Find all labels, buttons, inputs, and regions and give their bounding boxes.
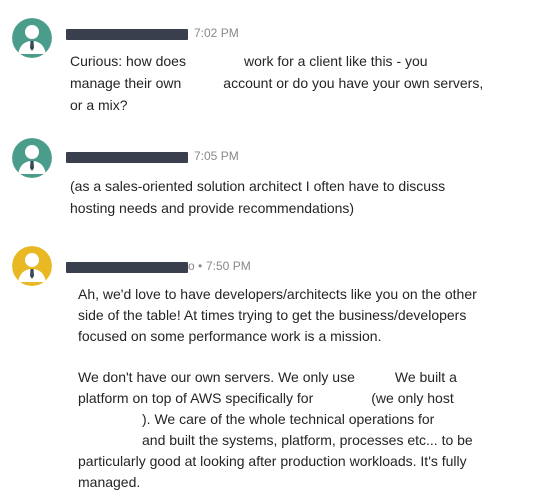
message-text-line: Ah, we'd love to have developers/archite… bbox=[78, 285, 477, 304]
message-text-line: side of the table! At times trying to ge… bbox=[78, 306, 466, 325]
message-text-line: hosting needs and provide recommendation… bbox=[70, 199, 354, 218]
redacted-sender-name bbox=[66, 29, 188, 40]
message-text: manage their own bbox=[70, 75, 182, 91]
person-icon bbox=[12, 246, 52, 286]
message-text: platform on top of AWS specifically for bbox=[78, 390, 314, 406]
message-text: particularly good at looking after produ… bbox=[78, 453, 467, 469]
person-icon bbox=[12, 18, 52, 58]
message-text: side of the table! At times trying to ge… bbox=[78, 307, 467, 323]
person-icon bbox=[12, 138, 52, 178]
message-text: ). We care of the whole technical operat… bbox=[142, 411, 435, 427]
message-text-line: managed. bbox=[78, 473, 140, 492]
message-text-line: platform on top of AWS specifically for (… bbox=[78, 389, 454, 408]
message-text: account or do you have your own servers, bbox=[223, 75, 484, 91]
message-text: managed. bbox=[78, 474, 141, 490]
message-text: We built a bbox=[394, 369, 457, 385]
message-header: 7:05 PM bbox=[66, 149, 366, 165]
message-text-line: and built the systems, platform, process… bbox=[78, 431, 473, 450]
message-text: Curious: how does bbox=[70, 53, 186, 69]
message-text-line: or a mix? bbox=[70, 96, 128, 115]
message-text-line: particularly good at looking after produ… bbox=[78, 452, 467, 471]
message-text: focused on some performance work is a mi… bbox=[78, 328, 382, 344]
redacted-sender-name bbox=[66, 152, 188, 163]
message-text: We don't have our own servers. We only u… bbox=[78, 369, 355, 385]
message-text: or a mix? bbox=[70, 97, 128, 113]
avatar[interactable] bbox=[12, 18, 52, 58]
message-text: hosting needs and provide recommendation… bbox=[70, 200, 355, 216]
avatar[interactable] bbox=[12, 138, 52, 178]
timestamp: 7:05 PM bbox=[194, 149, 239, 163]
message-header: o • 7:50 PM bbox=[66, 259, 366, 275]
message-text-line: focused on some performance work is a mi… bbox=[78, 327, 381, 346]
message-text-line: ). We care of the whole technical operat… bbox=[78, 410, 434, 429]
avatar[interactable] bbox=[12, 246, 52, 286]
message-text: (we only host bbox=[371, 390, 454, 406]
message-text: Ah, we'd love to have developers/archite… bbox=[78, 286, 477, 302]
message-text-line: (as a sales-oriented solution architect … bbox=[70, 177, 445, 196]
message-text-line: manage their own account or do you have y… bbox=[70, 74, 483, 93]
timestamp: 7:50 PM bbox=[206, 259, 251, 273]
message-text: work for a client like this - you bbox=[243, 53, 428, 69]
message-text: and built the systems, platform, process… bbox=[142, 432, 473, 448]
timestamp: 7:02 PM bbox=[194, 26, 239, 40]
message-text-line: Curious: how does work for a client like … bbox=[70, 52, 428, 71]
message-header: 7:02 PM bbox=[66, 26, 366, 42]
message-text: (as a sales-oriented solution architect … bbox=[70, 178, 446, 194]
timestamp-prefix: o • bbox=[188, 259, 203, 273]
message-text-line: We don't have our own servers. We only u… bbox=[78, 368, 457, 387]
redacted-sender-name bbox=[66, 262, 188, 273]
